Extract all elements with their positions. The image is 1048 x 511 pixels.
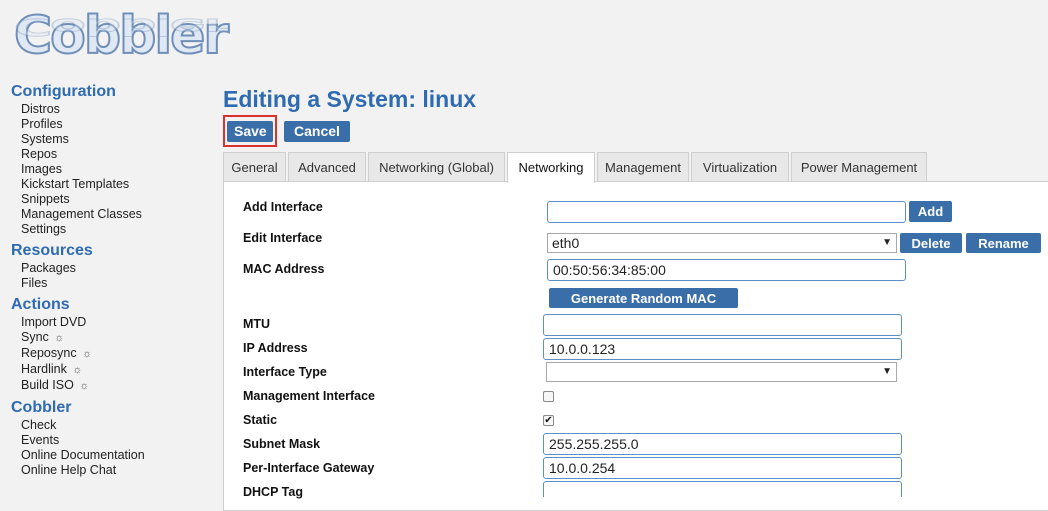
sidebar-link-systems[interactable]: Systems	[21, 132, 210, 147]
mtu-label: MTU	[243, 317, 271, 331]
tab-general[interactable]: General	[223, 152, 286, 181]
add-interface-button[interactable]: Add	[909, 201, 952, 222]
page-title: Editing a System: linux	[223, 86, 477, 112]
sidebar-link-repos[interactable]: Repos	[21, 147, 210, 162]
gear-icon: ☼	[54, 332, 65, 344]
sidebar-link-build-iso[interactable]: Build ISO ☼	[21, 378, 210, 394]
sidebar-link-import-dvd[interactable]: Import DVD	[21, 315, 210, 330]
static-label: Static	[243, 413, 278, 427]
sidebar-link-reposync[interactable]: Reposync ☼	[21, 346, 210, 362]
tab-networking-global[interactable]: Networking (Global)	[368, 152, 505, 181]
tab-power-management[interactable]: Power Management	[791, 152, 927, 181]
ip-address-input[interactable]: 10.0.0.123	[543, 338, 902, 360]
edit-interface-label: Edit Interface	[243, 231, 323, 245]
sidebar-link-events[interactable]: Events	[21, 433, 210, 448]
sidebar-link-online-help-chat[interactable]: Online Help Chat	[21, 463, 210, 478]
mac-address-label: MAC Address	[243, 262, 325, 276]
sidebar-link-snippets[interactable]: Snippets	[21, 192, 210, 207]
gear-icon: ☼	[82, 348, 93, 360]
sidebar-heading-cobbler: Cobbler	[11, 399, 72, 416]
subnet-mask-label: Subnet Mask	[243, 437, 321, 451]
add-interface-input[interactable]	[547, 201, 906, 223]
gear-icon: ☼	[79, 380, 90, 392]
cobbler-logo: Cobbler Cobbler	[13, 5, 230, 67]
sidebar-link-profiles[interactable]: Profiles	[21, 117, 210, 132]
sidebar-link-kickstart-templates[interactable]: Kickstart Templates	[21, 177, 210, 192]
management-interface-label: Management Interface	[243, 389, 375, 403]
management-interface-checkbox[interactable]	[543, 391, 554, 402]
sidebar-link-packages[interactable]: Packages	[21, 261, 210, 276]
static-checkbox[interactable]: ✔	[543, 415, 554, 426]
rename-interface-button[interactable]: Rename	[966, 233, 1041, 253]
gateway-label: Per-Interface Gateway	[243, 461, 375, 475]
logo-reflection: Cobbler	[13, 12, 228, 40]
mac-address-input[interactable]: 00:50:56:34:85:00	[547, 259, 906, 281]
subnet-mask-input[interactable]: 255.255.255.0	[543, 433, 902, 455]
sidebar-link-files[interactable]: Files	[21, 276, 210, 291]
sidebar-link-images[interactable]: Images	[21, 162, 210, 177]
interface-type-label: Interface Type	[243, 365, 327, 379]
sidebar-heading-resources: Resources	[11, 242, 93, 259]
sidebar-link-online-documentation[interactable]: Online Documentation	[21, 448, 210, 463]
mtu-input[interactable]	[543, 314, 902, 336]
chevron-down-icon: ▼	[882, 366, 892, 377]
save-button[interactable]: Save	[227, 121, 273, 142]
ip-address-label: IP Address	[243, 341, 308, 355]
checkmark-icon: ✔	[544, 415, 553, 426]
tab-virtualization[interactable]: Virtualization	[691, 152, 789, 181]
sidebar: Configuration Distros Profiles Systems R…	[0, 82, 210, 482]
cancel-button[interactable]: Cancel	[284, 121, 350, 142]
tab-networking[interactable]: Networking	[507, 152, 595, 183]
generate-random-mac-button[interactable]: Generate Random MAC	[549, 288, 738, 308]
delete-interface-button[interactable]: Delete	[900, 233, 962, 253]
sidebar-link-management-classes[interactable]: Management Classes	[21, 207, 210, 222]
interface-type-select[interactable]: ▼	[546, 362, 897, 382]
sidebar-link-distros[interactable]: Distros	[21, 102, 210, 117]
edit-interface-select[interactable]: eth0 ▼	[547, 233, 897, 253]
tab-management[interactable]: Management	[597, 152, 689, 181]
add-interface-label: Add Interface	[243, 200, 323, 214]
sidebar-heading-actions: Actions	[11, 296, 70, 313]
dhcp-tag-input[interactable]	[543, 481, 902, 497]
sidebar-link-check[interactable]: Check	[21, 418, 210, 433]
sidebar-link-settings[interactable]: Settings	[21, 222, 210, 237]
gateway-input[interactable]: 10.0.0.254	[543, 457, 902, 479]
sidebar-heading-configuration: Configuration	[11, 83, 116, 100]
sidebar-link-sync[interactable]: Sync ☼	[21, 330, 210, 346]
sidebar-link-hardlink[interactable]: Hardlink ☼	[21, 362, 210, 378]
tab-advanced[interactable]: Advanced	[288, 152, 366, 181]
gear-icon: ☼	[72, 364, 83, 376]
chevron-down-icon: ▼	[882, 237, 892, 248]
